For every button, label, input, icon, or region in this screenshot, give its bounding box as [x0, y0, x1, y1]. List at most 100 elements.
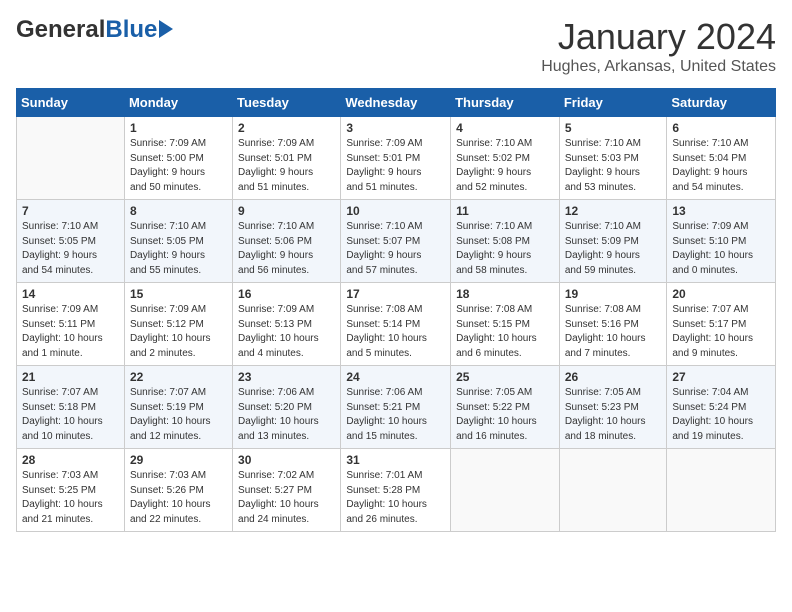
day-number: 17 — [346, 287, 445, 301]
calendar-day-cell: 5 Sunrise: 7:10 AM Sunset: 5:03 PM Daylig… — [559, 117, 667, 200]
day-info: Sunrise: 7:05 AM Sunset: 5:22 PM Dayligh… — [456, 386, 554, 444]
calendar-day-header: Sunday — [17, 89, 125, 117]
day-number: 13 — [672, 204, 770, 218]
calendar-day-cell: 16 Sunrise: 7:09 AM Sunset: 5:13 PM Dayli… — [233, 283, 341, 366]
day-number: 26 — [565, 370, 662, 384]
day-number: 2 — [238, 121, 335, 135]
calendar-day-cell: 3 Sunrise: 7:09 AM Sunset: 5:01 PM Daylig… — [341, 117, 451, 200]
calendar-day-cell: 12Sunrise: 7:10 AM Sunset: 5:09 PM Dayli… — [559, 200, 667, 283]
calendar-week-row: 28 Sunrise: 7:03 AM Sunset: 5:25 PM Dayli… — [17, 449, 776, 532]
day-info: Sunrise: 7:06 AM Sunset: 5:20 PM Dayligh… — [238, 386, 335, 444]
calendar-day-cell: 9 Sunrise: 7:10 AM Sunset: 5:06 PM Daylig… — [233, 200, 341, 283]
page-header: GeneralBlue January 2024 Hughes, Arkansa… — [16, 16, 776, 76]
day-info: Sunrise: 7:08 AM Sunset: 5:14 PM Dayligh… — [346, 303, 445, 361]
calendar-day-header: Saturday — [667, 89, 776, 117]
day-info: Sunrise: 7:09 AM Sunset: 5:10 PM Dayligh… — [672, 220, 770, 278]
day-info: Sunrise: 7:10 AM Sunset: 5:04 PM Dayligh… — [672, 137, 770, 195]
calendar-day-cell: 4Sunrise: 7:10 AM Sunset: 5:02 PM Daylig… — [451, 117, 560, 200]
day-info: Sunrise: 7:09 AM Sunset: 5:01 PM Dayligh… — [238, 137, 335, 195]
calendar-day-cell — [559, 449, 667, 532]
calendar-day-cell: 19Sunrise: 7:08 AM Sunset: 5:16 PM Dayli… — [559, 283, 667, 366]
day-number: 6 — [672, 121, 770, 135]
calendar-day-header: Friday — [559, 89, 667, 117]
calendar-day-header: Tuesday — [233, 89, 341, 117]
day-info: Sunrise: 7:09 AM Sunset: 5:00 PM Dayligh… — [130, 137, 227, 195]
calendar-day-cell: 18 Sunrise: 7:08 AM Sunset: 5:15 PM Dayli… — [451, 283, 560, 366]
calendar-day-cell: 10Sunrise: 7:10 AM Sunset: 5:07 PM Dayli… — [341, 200, 451, 283]
day-number: 5 — [565, 121, 662, 135]
calendar-day-cell: 30Sunrise: 7:02 AM Sunset: 5:27 PM Dayli… — [233, 449, 341, 532]
calendar-week-row: 14 Sunrise: 7:09 AM Sunset: 5:11 PM Dayli… — [17, 283, 776, 366]
calendar-day-cell: 13 Sunrise: 7:09 AM Sunset: 5:10 PM Dayli… — [667, 200, 776, 283]
day-number: 22 — [130, 370, 227, 384]
day-number: 1 — [130, 121, 227, 135]
day-info: Sunrise: 7:07 AM Sunset: 5:17 PM Dayligh… — [672, 303, 770, 361]
calendar-day-header: Monday — [124, 89, 232, 117]
calendar-day-cell: 29 Sunrise: 7:03 AM Sunset: 5:26 PM Dayli… — [124, 449, 232, 532]
calendar-day-cell: 11 Sunrise: 7:10 AM Sunset: 5:08 PM Dayli… — [451, 200, 560, 283]
day-number: 20 — [672, 287, 770, 301]
day-info: Sunrise: 7:10 AM Sunset: 5:09 PM Dayligh… — [565, 220, 662, 278]
day-number: 24 — [346, 370, 445, 384]
calendar-title: January 2024 — [541, 16, 776, 58]
day-number: 25 — [456, 370, 554, 384]
day-info: Sunrise: 7:03 AM Sunset: 5:26 PM Dayligh… — [130, 469, 227, 527]
day-info: Sunrise: 7:08 AM Sunset: 5:16 PM Dayligh… — [565, 303, 662, 361]
day-info: Sunrise: 7:08 AM Sunset: 5:15 PM Dayligh… — [456, 303, 554, 361]
calendar-day-cell: 31 Sunrise: 7:01 AM Sunset: 5:28 PM Dayli… — [341, 449, 451, 532]
day-number: 30 — [238, 453, 335, 467]
day-info: Sunrise: 7:10 AM Sunset: 5:05 PM Dayligh… — [130, 220, 227, 278]
calendar-day-cell: 20 Sunrise: 7:07 AM Sunset: 5:17 PM Dayli… — [667, 283, 776, 366]
calendar-day-header: Thursday — [451, 89, 560, 117]
day-number: 31 — [346, 453, 445, 467]
calendar-day-cell: 8 Sunrise: 7:10 AM Sunset: 5:05 PM Daylig… — [124, 200, 232, 283]
day-info: Sunrise: 7:09 AM Sunset: 5:11 PM Dayligh… — [22, 303, 119, 361]
calendar-subtitle: Hughes, Arkansas, United States — [541, 58, 776, 76]
day-info: Sunrise: 7:05 AM Sunset: 5:23 PM Dayligh… — [565, 386, 662, 444]
calendar-day-cell: 2 Sunrise: 7:09 AM Sunset: 5:01 PM Daylig… — [233, 117, 341, 200]
calendar-day-cell — [667, 449, 776, 532]
day-info: Sunrise: 7:06 AM Sunset: 5:21 PM Dayligh… — [346, 386, 445, 444]
day-info: Sunrise: 7:10 AM Sunset: 5:06 PM Dayligh… — [238, 220, 335, 278]
day-info: Sunrise: 7:07 AM Sunset: 5:18 PM Dayligh… — [22, 386, 119, 444]
calendar-day-cell — [451, 449, 560, 532]
calendar-week-row: 21Sunrise: 7:07 AM Sunset: 5:18 PM Dayli… — [17, 366, 776, 449]
calendar-day-header: Wednesday — [341, 89, 451, 117]
day-info: Sunrise: 7:09 AM Sunset: 5:13 PM Dayligh… — [238, 303, 335, 361]
calendar-day-cell: 24 Sunrise: 7:06 AM Sunset: 5:21 PM Dayli… — [341, 366, 451, 449]
day-number: 27 — [672, 370, 770, 384]
title-block: January 2024 Hughes, Arkansas, United St… — [541, 16, 776, 76]
day-number: 28 — [22, 453, 119, 467]
calendar-day-cell: 7 Sunrise: 7:10 AM Sunset: 5:05 PM Daylig… — [17, 200, 125, 283]
day-info: Sunrise: 7:01 AM Sunset: 5:28 PM Dayligh… — [346, 469, 445, 527]
day-info: Sunrise: 7:10 AM Sunset: 5:05 PM Dayligh… — [22, 220, 119, 278]
day-number: 3 — [346, 121, 445, 135]
calendar-day-cell: 1 Sunrise: 7:09 AM Sunset: 5:00 PM Daylig… — [124, 117, 232, 200]
day-number: 29 — [130, 453, 227, 467]
calendar-day-cell: 14 Sunrise: 7:09 AM Sunset: 5:11 PM Dayli… — [17, 283, 125, 366]
day-info: Sunrise: 7:07 AM Sunset: 5:19 PM Dayligh… — [130, 386, 227, 444]
day-number: 9 — [238, 204, 335, 218]
day-number: 7 — [22, 204, 119, 218]
day-number: 11 — [456, 204, 554, 218]
logo-text: GeneralBlue — [16, 16, 157, 44]
day-info: Sunrise: 7:03 AM Sunset: 5:25 PM Dayligh… — [22, 469, 119, 527]
day-info: Sunrise: 7:10 AM Sunset: 5:03 PM Dayligh… — [565, 137, 662, 195]
day-info: Sunrise: 7:09 AM Sunset: 5:01 PM Dayligh… — [346, 137, 445, 195]
day-number: 14 — [22, 287, 119, 301]
day-info: Sunrise: 7:10 AM Sunset: 5:08 PM Dayligh… — [456, 220, 554, 278]
calendar-day-cell: 26 Sunrise: 7:05 AM Sunset: 5:23 PM Dayli… — [559, 366, 667, 449]
day-info: Sunrise: 7:09 AM Sunset: 5:12 PM Dayligh… — [130, 303, 227, 361]
calendar-day-cell — [17, 117, 125, 200]
calendar-day-cell: 17 Sunrise: 7:08 AM Sunset: 5:14 PM Dayli… — [341, 283, 451, 366]
day-number: 18 — [456, 287, 554, 301]
day-number: 16 — [238, 287, 335, 301]
day-number: 23 — [238, 370, 335, 384]
calendar-day-cell: 15Sunrise: 7:09 AM Sunset: 5:12 PM Dayli… — [124, 283, 232, 366]
calendar-day-cell: 25 Sunrise: 7:05 AM Sunset: 5:22 PM Dayli… — [451, 366, 560, 449]
calendar-week-row: 7 Sunrise: 7:10 AM Sunset: 5:05 PM Daylig… — [17, 200, 776, 283]
calendar-day-cell: 28 Sunrise: 7:03 AM Sunset: 5:25 PM Dayli… — [17, 449, 125, 532]
calendar-week-row: 1 Sunrise: 7:09 AM Sunset: 5:00 PM Daylig… — [17, 117, 776, 200]
day-number: 8 — [130, 204, 227, 218]
logo-arrow-icon — [159, 20, 173, 38]
